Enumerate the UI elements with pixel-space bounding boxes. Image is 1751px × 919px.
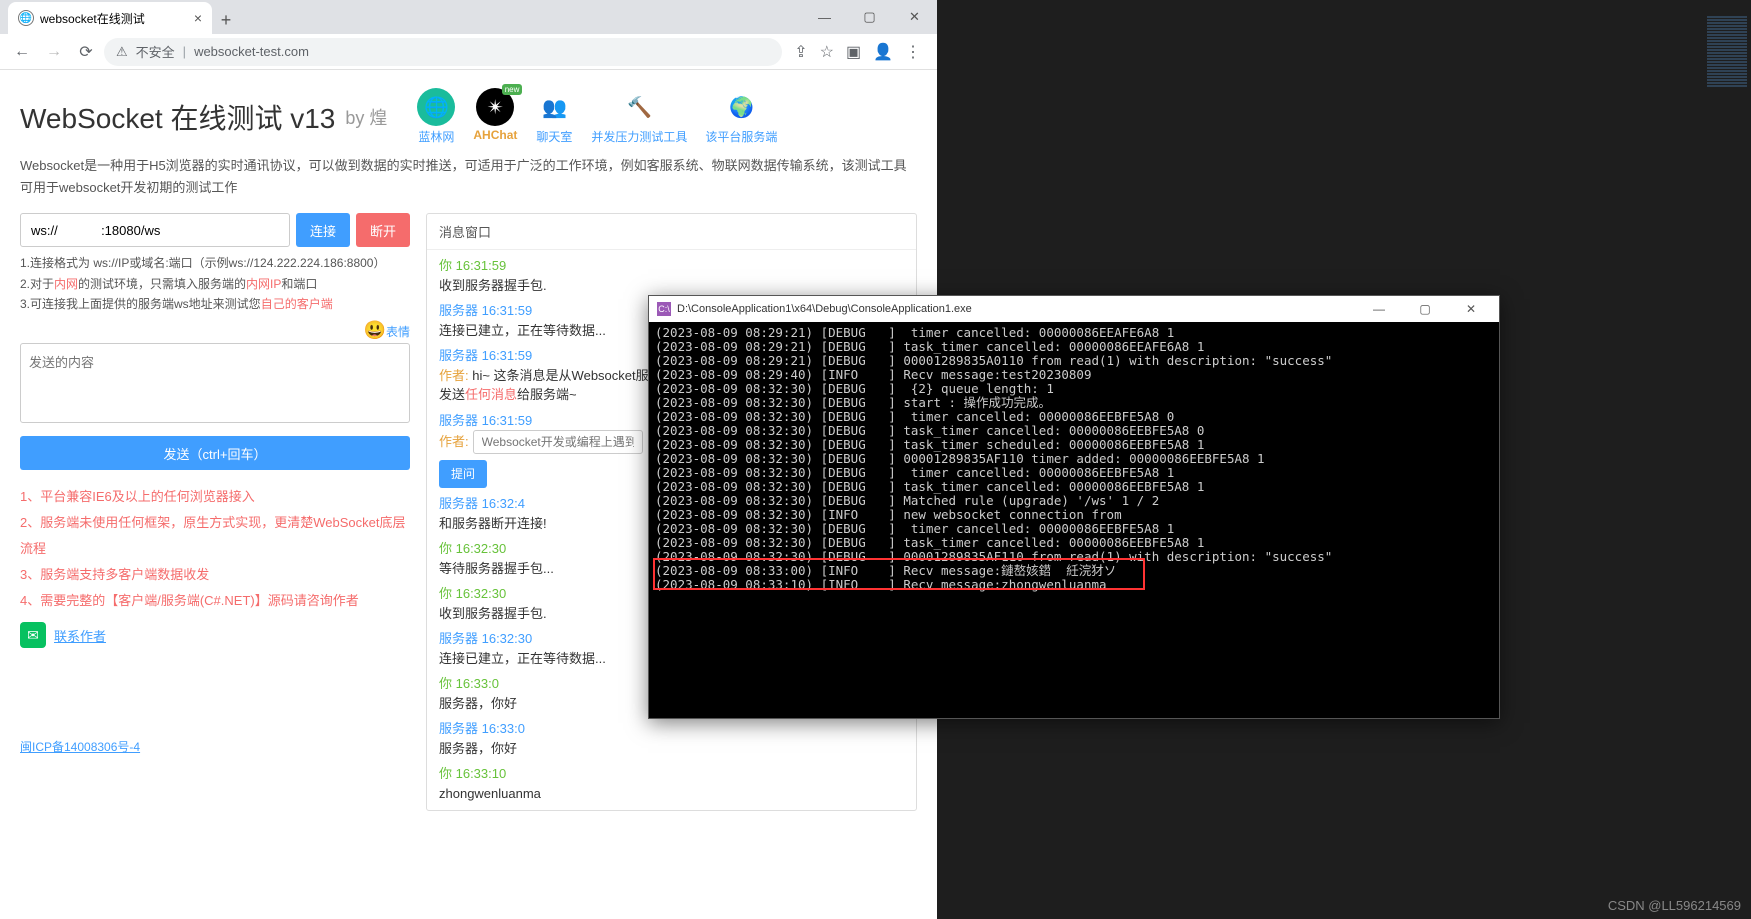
new-tab-button[interactable]: + <box>212 6 240 34</box>
wechat-icon: ✉ <box>20 622 46 648</box>
hints: 1.连接格式为 ws://IP或域名:端口（示例ws://124.222.224… <box>20 253 410 314</box>
address-bar: ← → ⟳ ⚠ 不安全 | websocket-test.com ⇪ ☆ ▣ 👤… <box>0 34 937 70</box>
browser-tab[interactable]: 🌐 websocket在线测试 × <box>8 2 212 34</box>
link-ahchat[interactable]: ✴new AHChat <box>473 88 517 145</box>
send-button[interactable]: 发送（ctrl+回车） <box>20 436 410 470</box>
app-icon: C:\ <box>657 302 671 316</box>
ask-button[interactable]: 提问 <box>439 460 487 488</box>
globe-icon: 🌐 <box>18 10 34 26</box>
browser-tabbar: 🌐 websocket在线测试 × + — ▢ ✕ <box>0 0 937 34</box>
reader-icon[interactable]: ▣ <box>846 42 861 62</box>
url-text: websocket-test.com <box>194 44 309 59</box>
people-icon: 👥 <box>535 88 573 126</box>
ask-input[interactable] <box>473 430 643 454</box>
share-icon[interactable]: ⇪ <box>794 42 807 62</box>
forward-button[interactable]: → <box>40 38 68 66</box>
close-icon[interactable]: × <box>194 10 202 26</box>
message-input[interactable] <box>20 343 410 423</box>
maximize-button[interactable]: ▢ <box>847 0 892 34</box>
console-output: (2023-08-09 08:29:21) [DEBUG ] timer can… <box>649 322 1499 718</box>
link-stress[interactable]: 🔨 并发压力测试工具 <box>591 88 687 145</box>
link-server[interactable]: 🌍 该平台服务端 <box>705 88 777 145</box>
maximize-button[interactable]: ▢ <box>1405 302 1445 316</box>
url-field[interactable]: ⚠ 不安全 | websocket-test.com <box>104 38 782 66</box>
smile-icon: 😃 <box>364 320 386 340</box>
contact-link[interactable]: 联系作者 <box>54 626 106 645</box>
hammer-icon: 🔨 <box>620 88 658 126</box>
star-icon[interactable]: ☆ <box>820 42 834 62</box>
close-button[interactable]: ✕ <box>892 0 937 34</box>
message-entry: 你 16:33:10zhongwenluanma <box>439 764 904 803</box>
warning-icon: ⚠ <box>116 44 128 60</box>
reload-button[interactable]: ⟳ <box>72 38 100 66</box>
tab-title: websocket在线测试 <box>40 10 145 27</box>
emoji-button[interactable]: 😃表情 <box>20 320 410 341</box>
connect-button[interactable]: 连接 <box>296 213 350 247</box>
console-window: C:\ D:\ConsoleApplication1\x64\Debug\Con… <box>648 295 1500 719</box>
console-titlebar[interactable]: C:\ D:\ConsoleApplication1\x64\Debug\Con… <box>649 296 1499 322</box>
globe-icon: 🌐 <box>417 88 455 126</box>
window-controls: — ▢ ✕ <box>802 0 937 34</box>
message-entry: 你 16:31:59收到服务器握手包. <box>439 256 904 295</box>
close-button[interactable]: ✕ <box>1451 302 1491 316</box>
code-minimap <box>1707 16 1747 88</box>
icp-link[interactable]: 闽ICP备14008306号-4 <box>20 740 140 754</box>
watermark: CSDN @LL596214569 <box>1608 898 1741 913</box>
message-window-header: 消息窗口 <box>427 214 916 250</box>
page-title: WebSocket 在线测试 v13 <box>20 97 335 137</box>
minimize-button[interactable]: — <box>802 0 847 34</box>
notes: 1、平台兼容IE6及以上的任何浏览器接入 2、服务端未使用任何框架，原生方式实现… <box>20 484 410 614</box>
earth-icon: 🌍 <box>722 88 760 126</box>
disconnect-button[interactable]: 断开 <box>356 213 410 247</box>
back-button[interactable]: ← <box>8 38 36 66</box>
link-lanlin[interactable]: 🌐 蓝林网 <box>417 88 455 145</box>
profile-icon[interactable]: 👤 <box>873 42 893 62</box>
description: Websocket是一种用于H5浏览器的实时通讯协议，可以做到数据的实时推送，可… <box>20 155 917 199</box>
minimize-button[interactable]: — <box>1359 302 1399 316</box>
security-label: 不安全 <box>136 42 175 61</box>
console-title-text: D:\ConsoleApplication1\x64\Debug\Console… <box>677 303 972 315</box>
link-chatroom[interactable]: 👥 聊天室 <box>535 88 573 145</box>
message-entry: 服务器 16:33:0服务器，你好 <box>439 719 904 758</box>
chat-icon: ✴new <box>476 88 514 126</box>
menu-icon[interactable]: ⋮ <box>905 42 921 62</box>
message-entry: 服务器 16:33:10zhongwenluanma <box>439 809 904 810</box>
byline: by 煌 <box>345 104 387 130</box>
ws-url-input[interactable] <box>20 213 290 247</box>
